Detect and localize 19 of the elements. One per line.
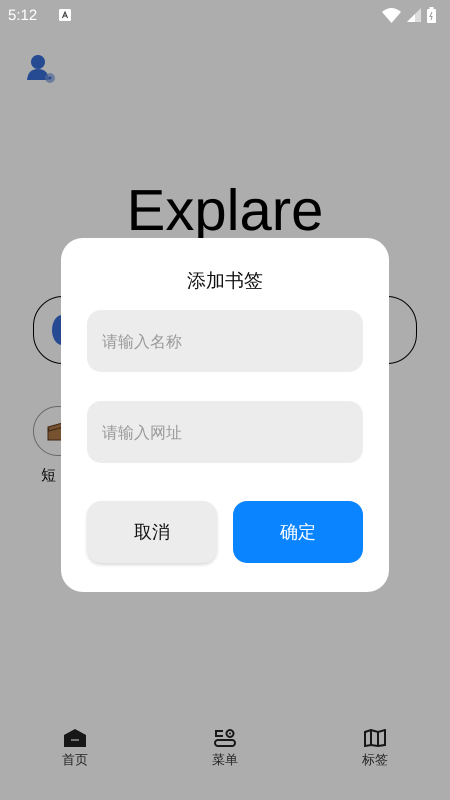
user-icon[interactable] [26, 54, 58, 84]
menu-icon [214, 729, 236, 747]
nav-tab[interactable]: 标签 [335, 728, 415, 788]
nav-tab[interactable]: 菜单 [185, 728, 265, 788]
battery-icon [427, 7, 436, 23]
notification-icon [59, 9, 72, 21]
cancel-button[interactable]: 取消 [87, 501, 217, 563]
map-icon [364, 729, 386, 747]
confirm-button[interactable]: 确定 [233, 501, 363, 563]
signal-icon [407, 8, 421, 22]
dialog-title: 添加书签 [186, 269, 264, 294]
app-title: Explare [126, 177, 324, 245]
shortcut-label[interactable]: 短 [41, 466, 56, 485]
input-field[interactable]: 请输入名称 [87, 310, 363, 372]
nav-tab[interactable]: 首页 [35, 728, 115, 788]
home-icon [64, 729, 86, 747]
wifi-icon [382, 8, 401, 22]
status-time: 5:12 [8, 6, 38, 24]
input-field[interactable]: 请输入网址 [87, 401, 363, 463]
